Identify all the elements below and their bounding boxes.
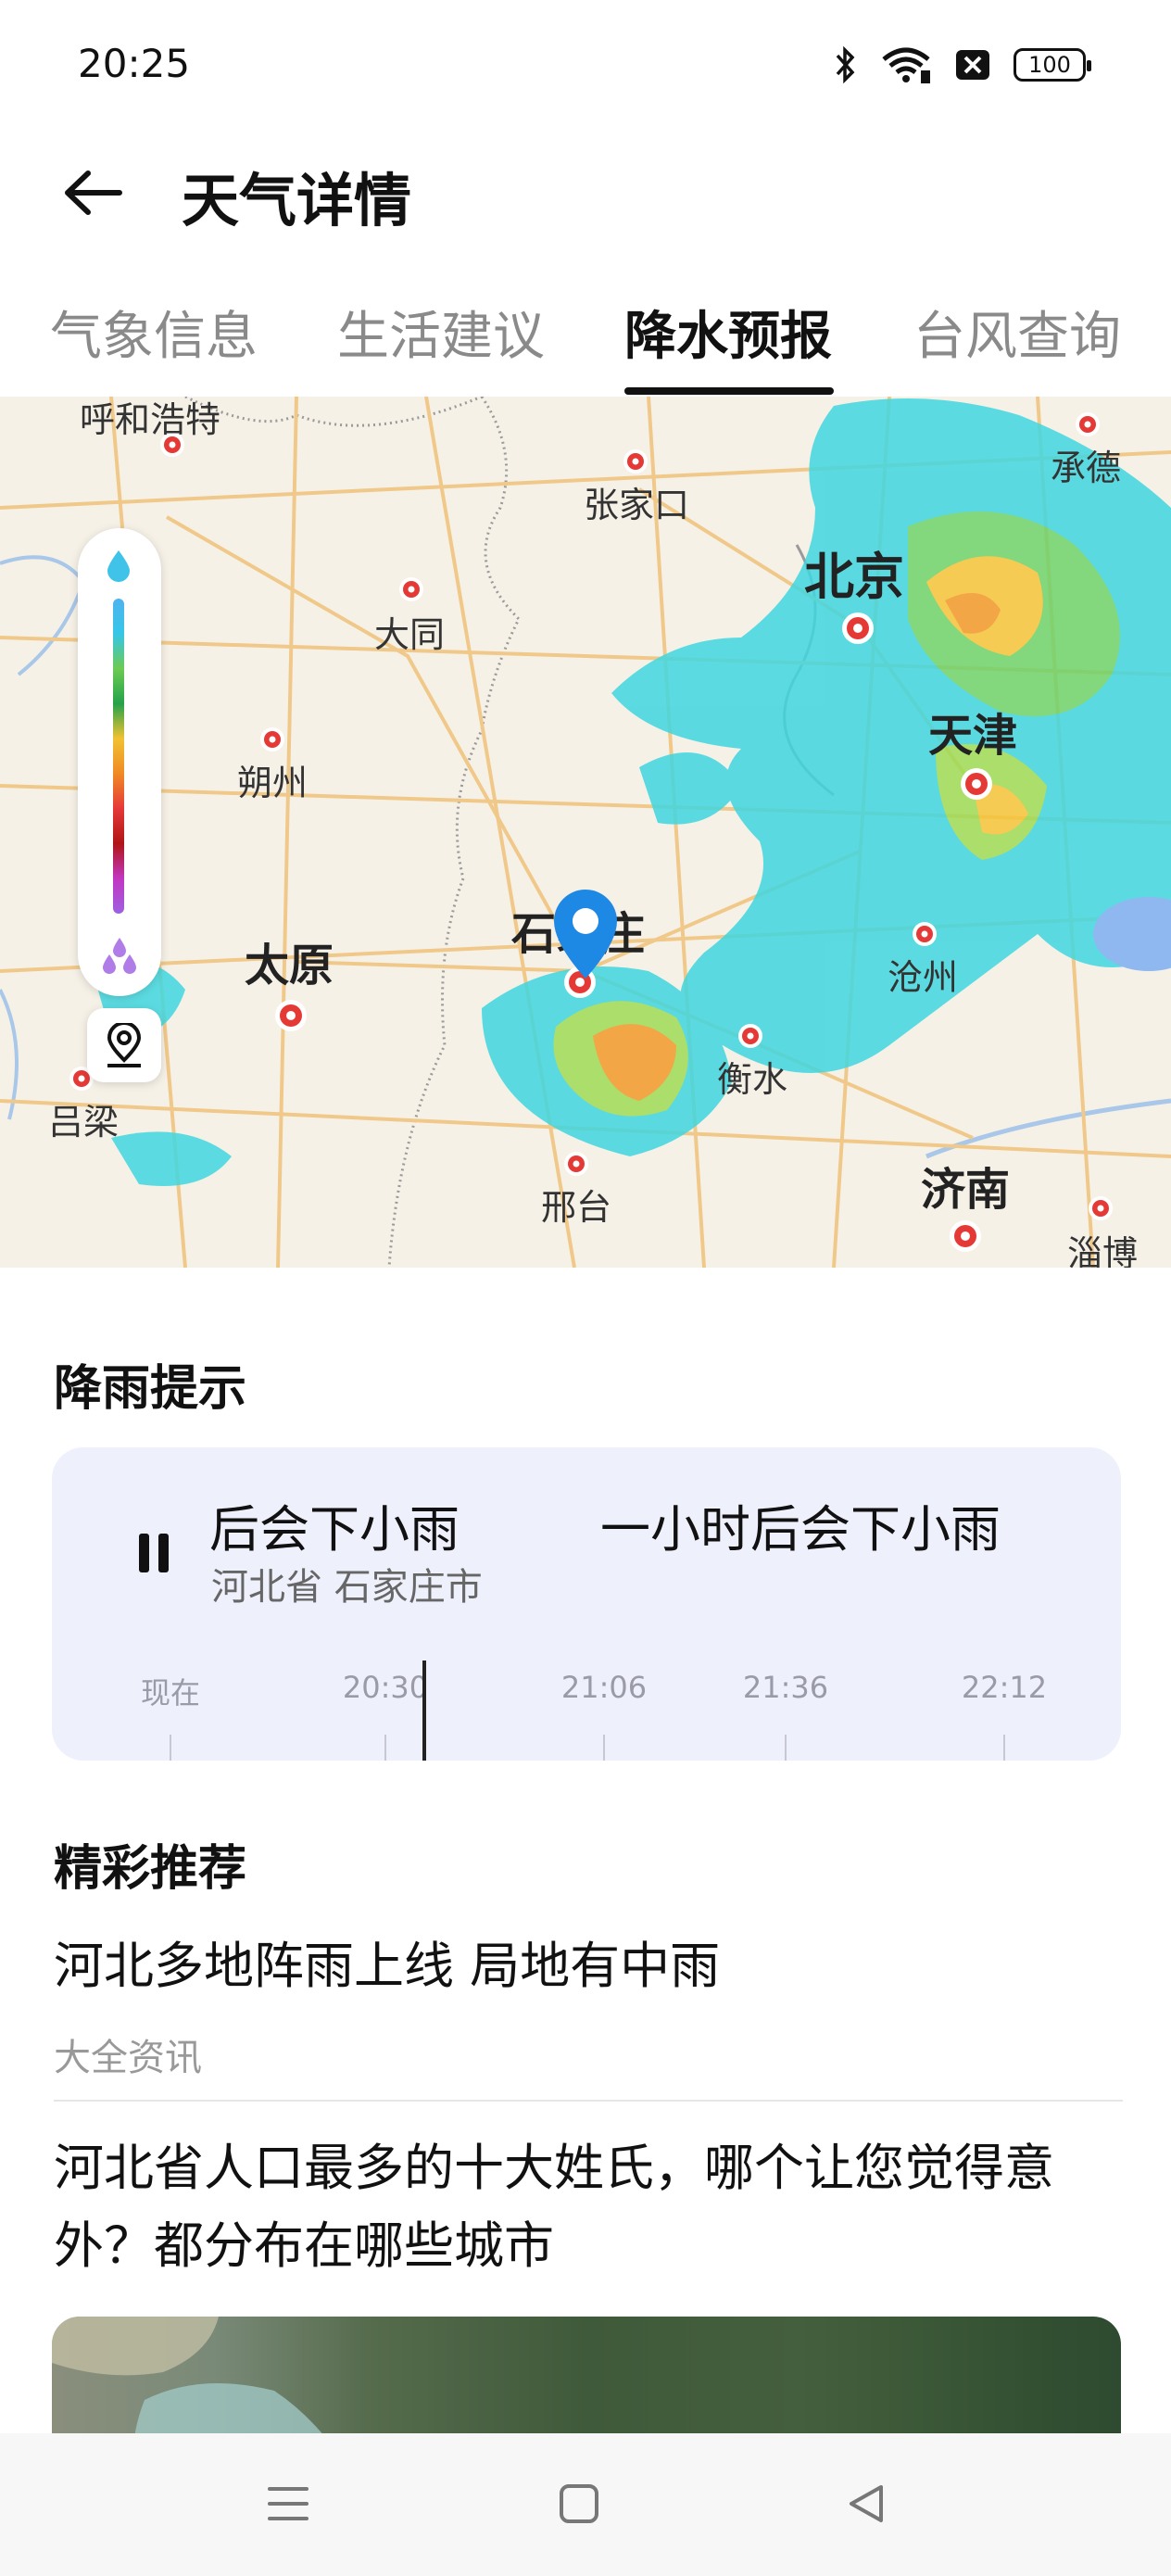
city-label-zhangjiakou: 张家口: [584, 485, 690, 525]
battery-icon: 100: [1014, 48, 1091, 82]
rain-alert-title: 降雨提示: [54, 1361, 247, 1417]
back-button[interactable]: [56, 156, 130, 230]
back-triangle-icon: [850, 2485, 883, 2522]
location-pin-icon: [554, 890, 617, 979]
rain-location: 河北省 石家庄市: [211, 1566, 483, 1609]
tab-typhoon[interactable]: 台风查询: [913, 295, 1121, 370]
city-label-jinan: 济南: [921, 1164, 1011, 1216]
city-label-huhehaote: 呼和浩特: [80, 399, 221, 440]
menu-icon: [268, 2487, 308, 2520]
city-label-zibo: 淄博: [1067, 1233, 1139, 1268]
city-label-taiyuan: 太原: [245, 940, 334, 991]
news-item-title[interactable]: 河北省人口最多的十大姓氏，哪个让您觉得意外？都分布在哪些城市: [54, 2129, 1128, 2285]
pause-button[interactable]: [126, 1525, 182, 1581]
tab-bar: 气象信息 生活建议 降水预报 台风查询: [0, 278, 1171, 398]
light-rain-drop-icon: [107, 550, 130, 582]
news-item-title[interactable]: 河北多地阵雨上线 局地有中雨: [54, 1927, 720, 2005]
city-label-tianjin: 天津: [928, 710, 1018, 762]
active-tab-indicator: [624, 387, 834, 395]
timeline-label-now: 现在: [140, 1675, 201, 1711]
system-nav-bar: [0, 2433, 1171, 2576]
city-label-lvliang: 吕梁: [48, 1102, 120, 1143]
wifi-icon: [880, 44, 932, 85]
rain-alert-card[interactable]: 后会下小雨 一小时后会下小雨 河北省 石家庄市 现在 20:30 21:06 2…: [52, 1447, 1121, 1761]
timeline-tick: [785, 1735, 787, 1761]
city-label-cangzhou: 沧州: [888, 957, 959, 998]
city-label-hengshui: 衡水: [717, 1059, 788, 1100]
bluetooth-icon: [832, 44, 860, 85]
timeline-tick: [1003, 1735, 1005, 1761]
pause-icon: [139, 1534, 169, 1572]
status-time: 20:25: [78, 41, 191, 86]
locate-button[interactable]: [87, 1008, 161, 1082]
tab-life-advice[interactable]: 生活建议: [337, 295, 545, 370]
timeline-label-2136: 21:36: [742, 1670, 829, 1705]
map-canvas: [0, 397, 1171, 1268]
back-arrow-icon: [65, 170, 122, 215]
page-title: 天气详情: [182, 167, 412, 234]
divider: [54, 2100, 1123, 2102]
timeline-tick: [384, 1735, 386, 1761]
status-bar: 20:25 100: [0, 0, 1171, 130]
home-button[interactable]: [547, 2476, 611, 2532]
locate-icon: [107, 1023, 142, 1067]
radar-map[interactable]: 呼和浩特 承德 张家口 北京 大同 天津 朔州 石家庄 太原 沧州 衡水 吕梁 …: [0, 397, 1171, 1268]
city-label-beijing: 北京: [804, 548, 904, 606]
timeline-tick: [603, 1735, 605, 1761]
rain-headline-short: 后会下小雨: [209, 1500, 460, 1559]
header: 天气详情: [0, 130, 1171, 250]
timeline-label-2030: 20:30: [342, 1670, 429, 1705]
home-square-icon: [560, 2484, 598, 2523]
status-icons: 100: [832, 44, 1091, 85]
city-label-shuozhou: 朔州: [237, 763, 308, 803]
timeline-tick: [170, 1735, 171, 1761]
city-label-xingtai: 邢台: [541, 1187, 612, 1228]
timeline-label-2212: 22:12: [961, 1670, 1048, 1705]
legend-gradient: [113, 599, 124, 914]
heavy-rain-drops-icon: [103, 938, 136, 974]
city-label-chengde: 承德: [1051, 448, 1122, 488]
recommend-title: 精彩推荐: [54, 1841, 247, 1897]
timeline-label-2106: 21:06: [560, 1670, 648, 1705]
news-item-source: 大全资讯: [54, 2037, 202, 2079]
precipitation-legend: [78, 528, 161, 996]
tab-weather-info[interactable]: 气象信息: [50, 295, 258, 370]
tab-precipitation[interactable]: 降水预报: [624, 295, 832, 370]
recent-apps-button[interactable]: [256, 2476, 321, 2532]
sim-disabled-icon: [952, 44, 993, 85]
system-back-button[interactable]: [834, 2476, 899, 2532]
rain-headline-long: 一小时后会下小雨: [600, 1500, 1001, 1559]
city-label-datong: 大同: [374, 614, 446, 655]
timeline-cursor[interactable]: [422, 1661, 426, 1761]
